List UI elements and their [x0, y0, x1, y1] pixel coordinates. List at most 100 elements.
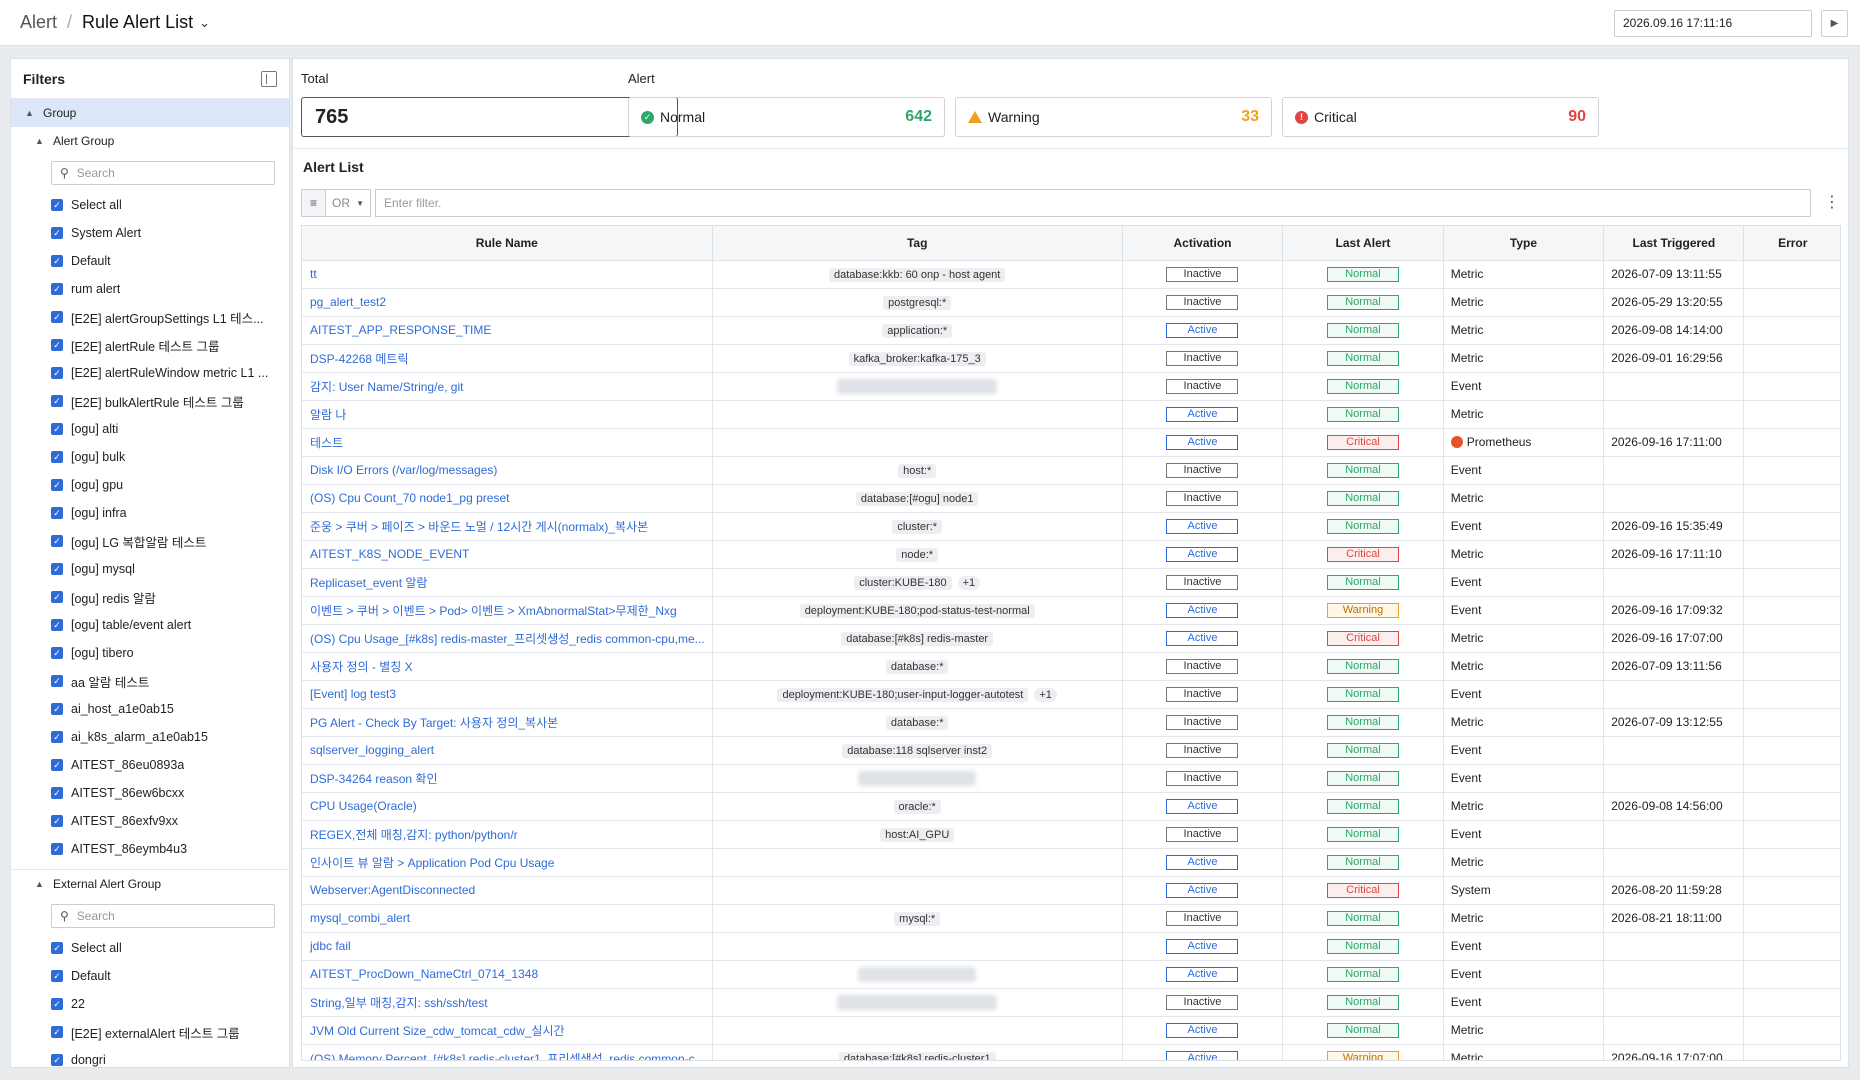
activation-badge[interactable]: Active [1166, 855, 1239, 870]
filter-input[interactable]: Enter filter. [375, 189, 1811, 217]
activation-badge[interactable]: Active [1166, 407, 1239, 422]
rule-name-link[interactable]: String,일부 매칭,감지: ssh/ssh/test [302, 988, 713, 1017]
checkbox[interactable]: ✓ [51, 339, 63, 351]
checkbox[interactable]: ✓ [51, 787, 63, 799]
activation-badge[interactable]: Inactive [1166, 295, 1239, 310]
rule-name-link[interactable]: 준웅 > 쿠버 > 페이즈 > 바운드 노멀 / 12시간 게시(normalx… [302, 512, 713, 541]
activation-badge[interactable]: Active [1166, 799, 1239, 814]
rule-name-link[interactable]: DSP-34264 reason 확인 [302, 764, 713, 793]
activation-badge[interactable]: Inactive [1166, 827, 1239, 842]
table-row[interactable]: AITEST_ProcDown_NameCtrl_0714_1348 Active… [302, 960, 1840, 989]
column-header[interactable]: Activation [1122, 226, 1284, 261]
checkbox-item[interactable]: ✓ AITEST_86eymb4u3 [11, 835, 289, 863]
column-header[interactable]: Last Triggered [1603, 226, 1745, 261]
checkbox-item[interactable]: ✓ ai_k8s_alarm_a1e0ab15 [11, 723, 289, 751]
checkbox[interactable]: ✓ [51, 199, 63, 211]
activation-badge[interactable]: Inactive [1166, 687, 1239, 702]
column-header[interactable]: Type [1443, 226, 1605, 261]
checkbox-item[interactable]: ✓ AITEST_86ew6bcxx [11, 779, 289, 807]
rule-name-link[interactable]: CPU Usage(Oracle) [302, 792, 713, 821]
rule-name-link[interactable]: [Event] log test3 [302, 680, 713, 709]
checkbox-item[interactable]: ✓ [E2E] alertRule 테스트 그룹 [11, 331, 289, 359]
rule-name-link[interactable]: tt [302, 260, 713, 289]
rule-name-link[interactable]: sqlserver_logging_alert [302, 736, 713, 765]
table-row[interactable]: Webserver:AgentDisconnected Active Critica… [302, 876, 1840, 905]
more-tags-badge[interactable]: +1 [1034, 687, 1057, 702]
table-row[interactable]: DSP-34264 reason 확인 Inactive Normal Event [302, 764, 1840, 793]
table-row[interactable]: String,일부 매칭,감지: ssh/ssh/test Inactive Nor… [302, 988, 1840, 1017]
filter-icon[interactable]: ≡ [301, 189, 325, 217]
table-row[interactable]: 사용자 정의 - 별칭 X database:* Inactive Normal Met… [302, 652, 1840, 681]
checkbox[interactable]: ✓ [51, 423, 63, 435]
group-section-toggle[interactable]: ▲ Group [11, 99, 289, 127]
activation-badge[interactable]: Active [1166, 519, 1239, 534]
table-row[interactable]: mysql_combi_alert mysql:* Inactive Normal Me… [302, 904, 1840, 933]
rule-name-link[interactable]: mysql_combi_alert [302, 904, 713, 933]
table-row[interactable]: 알람 나 Active Normal Metric [302, 400, 1840, 429]
activation-badge[interactable]: Inactive [1166, 267, 1239, 282]
checkbox[interactable]: ✓ [51, 227, 63, 239]
external-group-toggle[interactable]: ▲ External Alert Group [11, 870, 289, 898]
checkbox[interactable]: ✓ [51, 563, 63, 575]
activation-badge[interactable]: Active [1166, 883, 1239, 898]
checkbox-item[interactable]: ✓ [ogu] alti [11, 415, 289, 443]
rule-name-link[interactable]: 알람 나 [302, 400, 713, 429]
rule-name-link[interactable]: 테스트 [302, 428, 713, 457]
table-row[interactable]: tt database:kkb: 60 onp - host agent Inact… [302, 260, 1840, 289]
checkbox-item[interactable]: ✓ [ogu] mysql [11, 555, 289, 583]
checkbox-item[interactable]: ✓ Select all [11, 934, 289, 962]
normal-summary-card[interactable]: ✓ Normal 642 [628, 97, 945, 137]
activation-badge[interactable]: Active [1166, 603, 1239, 618]
table-row[interactable]: (OS) Cpu Usage_[#k8s] redis-master_프리셋생성… [302, 624, 1840, 653]
checkbox-item[interactable]: ✓ [ogu] table/event alert [11, 611, 289, 639]
rule-name-link[interactable]: 이벤트 > 쿠버 > 이벤트 > Pod> 이벤트 > XmAbnormalSt… [302, 596, 713, 625]
checkbox[interactable]: ✓ [51, 731, 63, 743]
activation-badge[interactable]: Inactive [1166, 351, 1239, 366]
table-row[interactable]: [Event] log test3 deployment:KUBE-180;use… [302, 680, 1840, 709]
table-row[interactable]: JVM Old Current Size_cdw_tomcat_cdw_실시간 A… [302, 1016, 1840, 1045]
checkbox-item[interactable]: ✓ [E2E] bulkAlertRule 테스트 그룹 [11, 387, 289, 415]
more-tags-badge[interactable]: +1 [957, 575, 981, 590]
collapse-panel-icon[interactable] [261, 70, 277, 87]
activation-badge[interactable]: Active [1166, 939, 1239, 954]
checkbox[interactable]: ✓ [51, 703, 63, 715]
rule-name-link[interactable]: Replicaset_event 알람 [302, 568, 713, 597]
checkbox-item[interactable]: ✓ [ogu] redis 알람 [11, 583, 289, 611]
checkbox[interactable]: ✓ [51, 535, 63, 547]
checkbox[interactable]: ✓ [51, 942, 63, 954]
checkbox-item[interactable]: ✓ Default [11, 247, 289, 275]
rule-name-link[interactable]: AITEST_K8S_NODE_EVENT [302, 540, 713, 569]
checkbox[interactable]: ✓ [51, 591, 63, 603]
table-row[interactable]: 인사이트 뷰 알람 > Application Pod Cpu Usage Act… [302, 848, 1840, 877]
critical-summary-card[interactable]: ! Critical 90 [1282, 97, 1599, 137]
page-title[interactable]: Rule Alert List [82, 12, 193, 33]
table-row[interactable]: PG Alert - Check By Target: 사용자 정의_복사본 da… [302, 708, 1840, 737]
rule-name-link[interactable]: AITEST_ProcDown_NameCtrl_0714_1348 [302, 960, 713, 989]
table-row[interactable]: Disk I/O Errors (/var/log/messages) host:… [302, 456, 1840, 485]
column-header[interactable]: Rule Name [302, 226, 713, 261]
rule-name-link[interactable]: AITEST_APP_RESPONSE_TIME [302, 316, 713, 345]
table-row[interactable]: CPU Usage(Oracle) oracle:* Active Normal Met… [302, 792, 1840, 821]
checkbox-item[interactable]: ✓ [E2E] externalAlert 테스트 그룹 [11, 1018, 289, 1046]
checkbox-item[interactable]: ✓ 22 [11, 990, 289, 1018]
table-row[interactable]: (OS) Memory Percent_[#k8s] redis-cluster… [302, 1044, 1840, 1060]
checkbox[interactable]: ✓ [51, 367, 63, 379]
column-header[interactable]: Last Alert [1282, 226, 1444, 261]
table-row[interactable]: jdbc fail Active Normal Event [302, 932, 1840, 961]
activation-badge[interactable]: Inactive [1166, 911, 1239, 926]
table-row[interactable]: sqlserver_logging_alert database:118 sqls… [302, 736, 1840, 765]
checkbox[interactable]: ✓ [51, 619, 63, 631]
rule-name-link[interactable]: jdbc fail [302, 932, 713, 961]
rule-name-link[interactable]: Webserver:AgentDisconnected [302, 876, 713, 905]
checkbox-item[interactable]: ✓ ai_host_a1e0ab15 [11, 695, 289, 723]
checkbox-item[interactable]: ✓ [ogu] infra [11, 499, 289, 527]
checkbox-item[interactable]: ✓ dongri [11, 1046, 289, 1067]
activation-badge[interactable]: Active [1166, 323, 1239, 338]
activation-badge[interactable]: Inactive [1166, 463, 1239, 478]
rule-name-link[interactable]: pg_alert_test2 [302, 288, 713, 317]
datetime-picker[interactable]: 2026.09.16 17:11:16 [1614, 10, 1812, 37]
rule-name-link[interactable]: Disk I/O Errors (/var/log/messages) [302, 456, 713, 485]
filter-operator-select[interactable]: OR ▼ [325, 189, 371, 217]
checkbox[interactable]: ✓ [51, 451, 63, 463]
checkbox-item[interactable]: ✓ [E2E] alertRuleWindow metric L1 ... [11, 359, 289, 387]
